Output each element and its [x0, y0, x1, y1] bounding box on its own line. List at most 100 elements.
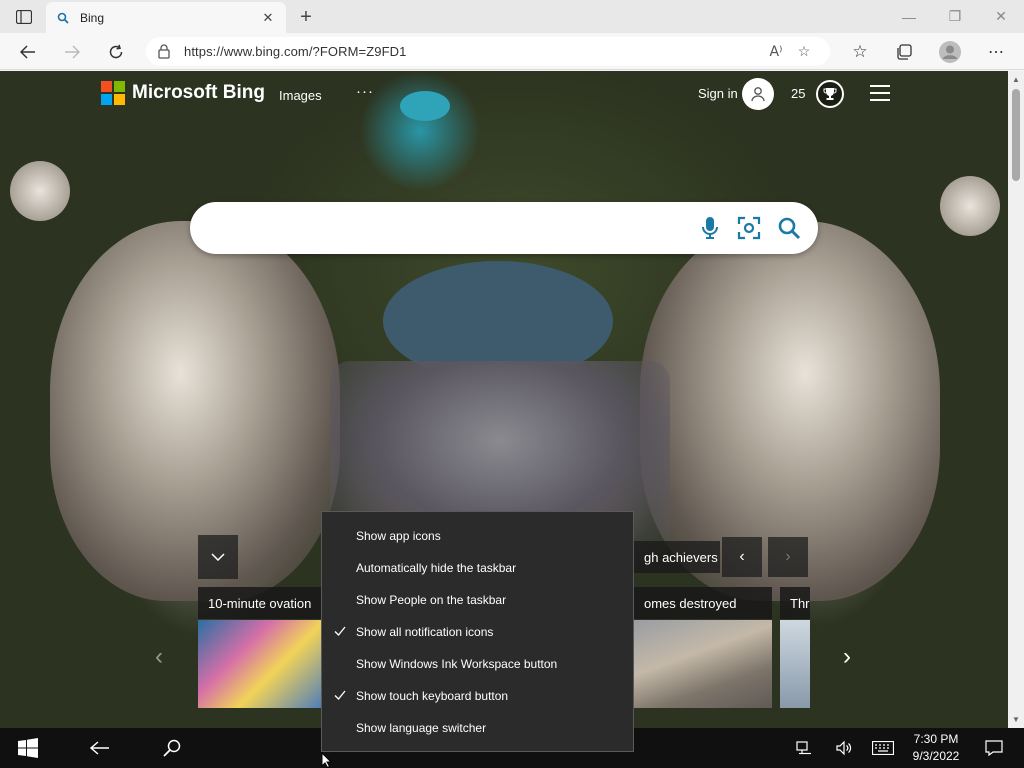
person-icon: [751, 87, 765, 102]
search-favicon-icon: [56, 11, 70, 25]
taskbar-back-button[interactable]: [78, 728, 122, 768]
page-scrollbar[interactable]: ▲ ▼: [1008, 71, 1024, 728]
add-favorite-icon[interactable]: ☆: [790, 40, 818, 64]
carousel-card-image[interactable]: [198, 620, 322, 708]
restore-button[interactable]: ❐: [932, 0, 978, 33]
menu-item-show-language-switcher[interactable]: Show language switcher: [322, 712, 633, 744]
tab-close-icon[interactable]: ✕: [260, 10, 276, 26]
hamburger-menu-icon[interactable]: [870, 85, 890, 101]
search-icon[interactable]: [776, 215, 802, 241]
clock-time: 7:30 PM: [913, 732, 959, 746]
arrow-right-icon: [65, 45, 80, 59]
visual-search-icon[interactable]: [736, 215, 762, 241]
menu-item-show-ink-workspace[interactable]: Show Windows Ink Workspace button: [322, 648, 633, 680]
brand-name: Microsoft Bing: [132, 82, 265, 103]
bing-logo[interactable]: Microsoft Bing: [101, 81, 265, 105]
profile-avatar-icon: [939, 41, 961, 63]
taskbar-clock[interactable]: 7:30 PM 9/3/2022: [900, 731, 972, 765]
forward-button[interactable]: [57, 37, 87, 67]
url-text[interactable]: https://www.bing.com/?FORM=Z9FD1: [184, 44, 762, 59]
checkmark-icon: [334, 593, 348, 607]
chevron-left-icon: ‹: [739, 548, 745, 565]
rewards-points[interactable]: 25: [791, 86, 805, 101]
address-bar[interactable]: https://www.bing.com/?FORM=Z9FD1 A⁾ ☆: [146, 37, 830, 66]
volume-icon[interactable]: [830, 728, 858, 768]
checkmark-icon: [334, 529, 348, 543]
new-tab-button[interactable]: +: [294, 5, 318, 29]
minimize-button[interactable]: —: [886, 0, 932, 33]
background-tower-left: [50, 221, 340, 601]
checkmark-icon: [334, 657, 348, 671]
carousel-next-button[interactable]: ›: [827, 637, 867, 677]
taskbar-search-button[interactable]: [150, 728, 194, 768]
menu-item-label: Show People on the taskbar: [356, 593, 507, 607]
search-input[interactable]: [210, 216, 690, 240]
mouse-cursor-icon: [321, 752, 333, 768]
network-icon[interactable]: [790, 728, 818, 768]
menu-item-label: Automatically hide the taskbar: [356, 561, 517, 575]
nav-images-link[interactable]: Images: [279, 88, 322, 103]
carousel-card-title[interactable]: omes destroyed: [634, 587, 772, 619]
menu-item-label: Show Windows Ink Workspace button: [356, 657, 558, 671]
nav-more-button[interactable]: ···: [356, 83, 374, 100]
collections-button[interactable]: [889, 37, 919, 67]
carousel-card-image[interactable]: [634, 620, 772, 708]
checkmark-icon: [334, 689, 348, 703]
browser-toolbar: https://www.bing.com/?FORM=Z9FD1 A⁾ ☆ ☆ …: [0, 33, 1024, 70]
menu-item-auto-hide-taskbar[interactable]: Automatically hide the taskbar: [322, 552, 633, 584]
menu-item-show-app-icons[interactable]: Show app icons: [322, 520, 633, 552]
settings-more-button[interactable]: ⋯: [981, 37, 1011, 67]
refresh-button[interactable]: [101, 37, 131, 67]
back-button[interactable]: [13, 37, 43, 67]
taskbar-context-menu: Show app icons Automatically hide the ta…: [321, 511, 634, 752]
scrollbar-thumb[interactable]: [1012, 89, 1020, 181]
tab-title: Bing: [80, 10, 105, 25]
checkmark-icon: [334, 625, 348, 639]
close-window-button[interactable]: ✕: [978, 0, 1024, 33]
tab-bing[interactable]: Bing ✕: [46, 2, 286, 33]
scroll-up-arrow-icon[interactable]: ▲: [1011, 74, 1021, 84]
checkmark-icon: [334, 721, 348, 735]
microphone-icon[interactable]: [697, 215, 723, 241]
carousel-prev-button[interactable]: ‹: [139, 637, 179, 677]
carousel-collapse-button[interactable]: [198, 535, 238, 579]
carousel-card-image[interactable]: [780, 620, 810, 708]
lock-icon[interactable]: [158, 44, 172, 60]
sign-in-link[interactable]: Sign in: [698, 86, 738, 101]
tab-actions-button[interactable]: [10, 6, 38, 28]
menu-item-label: Show all notification icons: [356, 625, 494, 639]
menu-item-label: Show touch keyboard button: [356, 689, 509, 703]
carousel-card-title[interactable]: gh achievers: [634, 541, 720, 573]
favorites-button[interactable]: ☆: [845, 37, 875, 67]
background-spire-left: [10, 161, 70, 221]
touch-keyboard-icon[interactable]: [868, 728, 898, 768]
menu-item-show-notification-icons[interactable]: Show all notification icons: [322, 616, 633, 648]
profile-button[interactable]: [935, 37, 965, 67]
background-spire-right: [940, 176, 1000, 236]
menu-item-label: Show app icons: [356, 529, 441, 543]
start-button[interactable]: [0, 728, 56, 768]
tab-actions-icon: [16, 10, 32, 24]
more-dots-icon: ⋯: [988, 44, 1004, 61]
carousel-card-title[interactable]: 10-minute ovation: [198, 587, 322, 619]
collections-icon: [897, 44, 912, 60]
account-avatar[interactable]: [742, 78, 774, 110]
checkmark-icon: [334, 561, 348, 575]
arrow-left-icon: [20, 45, 35, 59]
refresh-icon: [109, 44, 123, 59]
chevron-right-icon: ›: [843, 643, 851, 670]
carousel-prev-small-button[interactable]: ‹: [722, 537, 762, 577]
background-pool: [400, 91, 450, 121]
tab-strip: Bing ✕ + — ❐ ✕: [0, 0, 1024, 33]
notification-center-icon[interactable]: [980, 728, 1008, 768]
scroll-down-arrow-icon[interactable]: ▼: [1011, 714, 1021, 724]
chevron-right-icon: ›: [785, 548, 791, 565]
chevron-left-icon: ‹: [155, 643, 163, 670]
menu-item-show-touch-keyboard[interactable]: Show touch keyboard button: [322, 680, 633, 712]
carousel-next-small-button[interactable]: ›: [768, 537, 808, 577]
search-box[interactable]: [190, 202, 818, 254]
rewards-trophy-icon[interactable]: [816, 80, 844, 108]
carousel-card-title[interactable]: Thr: [780, 587, 810, 619]
read-aloud-icon[interactable]: A⁾: [762, 40, 790, 64]
menu-item-show-people[interactable]: Show People on the taskbar: [322, 584, 633, 616]
